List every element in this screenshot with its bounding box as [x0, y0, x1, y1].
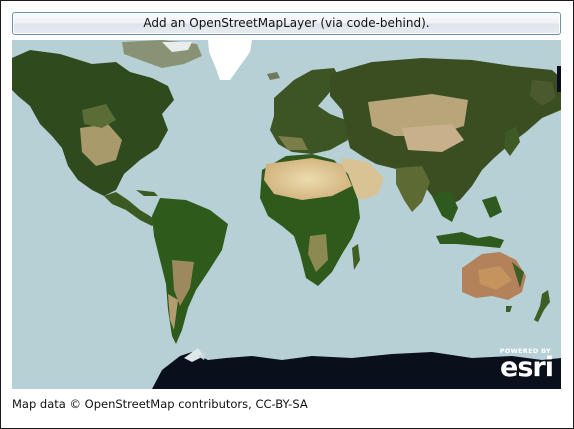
- app-window: Add an OpenStreetMapLayer (via code-behi…: [0, 0, 574, 429]
- add-openstreetmap-layer-button[interactable]: Add an OpenStreetMapLayer (via code-behi…: [12, 12, 561, 35]
- map-attribution: Map data © OpenStreetMap contributors, C…: [12, 397, 308, 411]
- esri-logo[interactable]: POWERED BY esri: [491, 347, 554, 383]
- world-map-imagery: [12, 40, 561, 389]
- map-view[interactable]: POWERED BY esri: [12, 40, 561, 389]
- esri-brand-text: esri: [500, 352, 554, 383]
